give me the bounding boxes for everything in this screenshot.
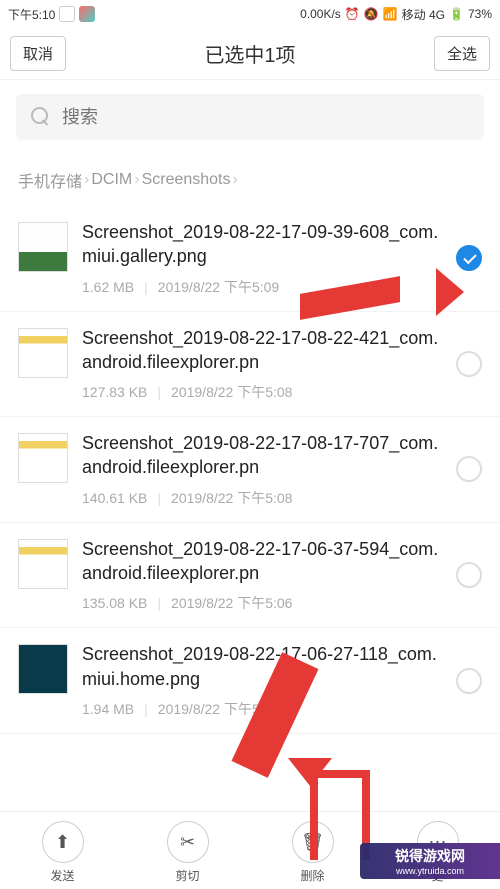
list-item[interactable]: Screenshot_2019-08-22-17-09-39-608_com.m…	[0, 206, 500, 312]
header: 取消 已选中1项 全选	[0, 28, 500, 80]
search-input[interactable]	[62, 107, 470, 128]
file-date: 2019/8/22 下午5:08	[171, 382, 292, 402]
alarm-icon: ⏰	[345, 7, 360, 21]
file-date: 2019/8/22 下午5:06	[171, 593, 292, 613]
file-thumbnail	[18, 328, 68, 378]
qq-tray-icon	[59, 6, 75, 22]
checkbox[interactable]	[456, 456, 482, 482]
watermark-url: www.ytruida.com	[396, 866, 464, 876]
file-date: 2019/8/22 下午5:08	[171, 488, 292, 508]
file-thumbnail	[18, 539, 68, 589]
search-bar[interactable]	[16, 94, 484, 140]
file-thumbnail	[18, 433, 68, 483]
send-label: 发送	[50, 867, 74, 884]
file-name: Screenshot_2019-08-22-17-06-37-594_com.a…	[82, 537, 442, 586]
net-speed: 0.00K/s	[300, 7, 341, 21]
list-item[interactable]: Screenshot_2019-08-22-17-08-17-707_com.a…	[0, 417, 500, 523]
file-thumbnail	[18, 644, 68, 694]
file-date: 2019/8/22 下午5:06	[158, 699, 279, 719]
battery-icon: 🔋	[449, 7, 464, 21]
search-icon	[30, 106, 52, 128]
dnd-icon: 🔕	[364, 7, 379, 21]
file-size: 127.83 KB	[82, 384, 147, 400]
trash-icon: 🗑	[301, 832, 324, 853]
select-all-button[interactable]: 全选	[434, 36, 490, 71]
meta-separator: |	[144, 701, 148, 717]
meta-separator: |	[157, 595, 161, 611]
checkbox-checked[interactable]	[456, 245, 482, 271]
carrier-label: 移动 4G	[402, 6, 445, 23]
file-size: 135.08 KB	[82, 595, 147, 611]
file-name: Screenshot_2019-08-22-17-06-27-118_com.m…	[82, 642, 442, 691]
status-time: 下午5:10	[8, 6, 55, 23]
crumb-root[interactable]: 手机存储	[18, 168, 82, 192]
status-bar: 下午5:10 0.00K/s ⏰ 🔕 📶 移动 4G 🔋 73%	[0, 0, 500, 28]
meta-separator: |	[157, 490, 161, 506]
upload-icon: ⬆	[55, 832, 70, 853]
chevron-right-icon: ›	[233, 171, 238, 189]
page-title: 已选中1项	[66, 39, 434, 68]
file-thumbnail	[18, 222, 68, 272]
list-item[interactable]: Screenshot_2019-08-22-17-06-27-118_com.m…	[0, 628, 500, 734]
file-date: 2019/8/22 下午5:09	[158, 277, 279, 297]
delete-label: 删除	[300, 867, 324, 884]
meta-separator: |	[157, 384, 161, 400]
checkbox[interactable]	[456, 351, 482, 377]
file-name: Screenshot_2019-08-22-17-08-22-421_com.a…	[82, 326, 442, 375]
file-list: Screenshot_2019-08-22-17-09-39-608_com.m…	[0, 206, 500, 734]
cut-action[interactable]: ✂ 剪切	[167, 821, 209, 884]
crumb-dcim[interactable]: DCIM	[91, 171, 132, 189]
chevron-right-icon: ›	[134, 171, 139, 189]
meta-separator: |	[144, 279, 148, 295]
send-action[interactable]: ⬆ 发送	[42, 821, 84, 884]
file-size: 140.61 KB	[82, 490, 147, 506]
list-item[interactable]: Screenshot_2019-08-22-17-08-22-421_com.a…	[0, 312, 500, 418]
breadcrumb[interactable]: 手机存储 › DCIM › Screenshots ›	[0, 154, 500, 206]
file-size: 1.94 MB	[82, 701, 134, 717]
watermark: 锐得游戏网 www.ytruida.com	[360, 843, 500, 879]
battery-percent: 73%	[468, 7, 492, 21]
chevron-right-icon: ›	[84, 171, 89, 189]
signal-icon: 📶	[383, 7, 398, 21]
file-name: Screenshot_2019-08-22-17-08-17-707_com.a…	[82, 431, 442, 480]
cancel-button[interactable]: 取消	[10, 36, 66, 71]
cut-label: 剪切	[175, 867, 199, 884]
checkbox[interactable]	[456, 668, 482, 694]
watermark-title: 锐得游戏网	[395, 846, 465, 866]
file-size: 1.62 MB	[82, 279, 134, 295]
scissors-icon: ✂	[180, 832, 195, 853]
delete-action[interactable]: 🗑 删除	[292, 821, 334, 884]
checkbox[interactable]	[456, 562, 482, 588]
crumb-screenshots[interactable]: Screenshots	[142, 171, 231, 189]
file-name: Screenshot_2019-08-22-17-09-39-608_com.m…	[82, 220, 442, 269]
list-item[interactable]: Screenshot_2019-08-22-17-06-37-594_com.a…	[0, 523, 500, 629]
sogou-tray-icon	[79, 6, 95, 22]
